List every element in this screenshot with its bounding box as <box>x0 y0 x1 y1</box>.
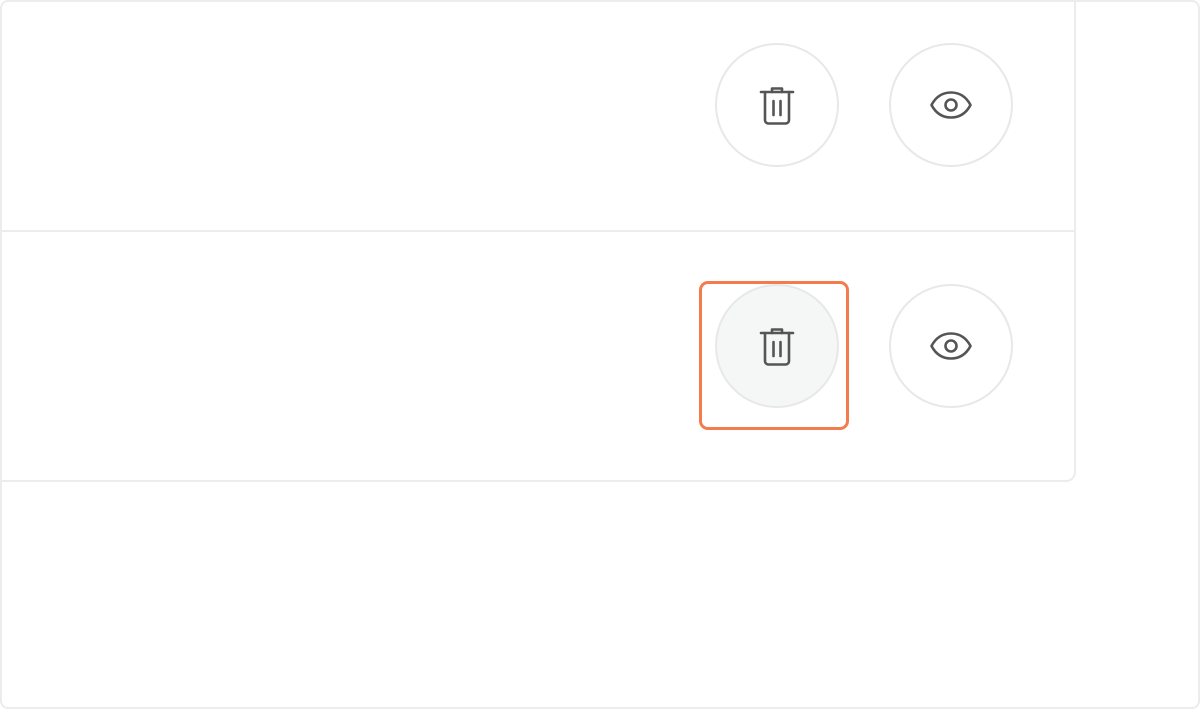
delete-button[interactable] <box>715 43 839 167</box>
view-button[interactable] <box>889 284 1013 408</box>
trash-icon <box>759 328 795 366</box>
eye-icon <box>930 91 972 119</box>
list-item <box>2 232 1074 472</box>
list-item <box>2 2 1074 232</box>
eye-icon <box>930 332 972 360</box>
list-card <box>2 2 1076 482</box>
trash-icon <box>759 87 795 125</box>
delete-button[interactable] <box>715 284 839 408</box>
screenshot-frame <box>0 0 1200 709</box>
view-button[interactable] <box>889 43 1013 167</box>
